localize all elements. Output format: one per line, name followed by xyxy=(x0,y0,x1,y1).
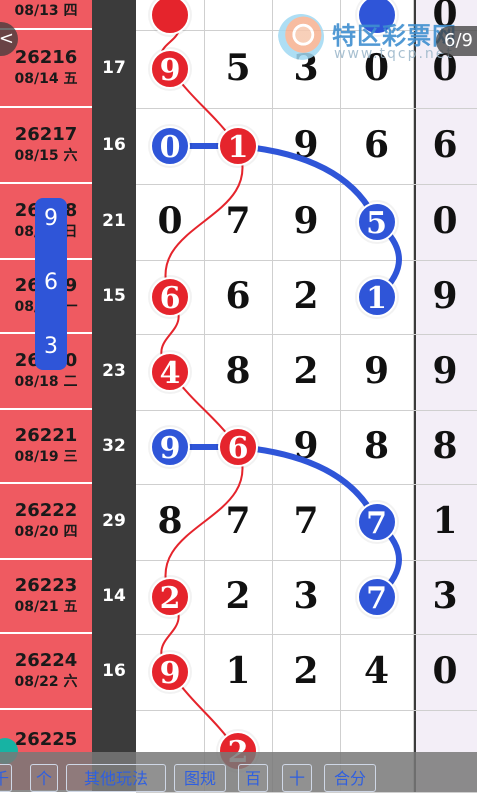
sum-value: 17 xyxy=(102,58,126,78)
digit-cell: 6 xyxy=(225,275,251,317)
logo-url: www.tqcp.net xyxy=(334,46,454,62)
floating-selector[interactable]: 9 6 3 xyxy=(35,198,67,370)
issue-date: 08/18 二 xyxy=(14,374,78,390)
blue-ball: 9 xyxy=(150,427,190,467)
sum-value: 29 xyxy=(102,511,126,531)
sum-value: 21 xyxy=(102,211,126,231)
digit-cell: 9 xyxy=(432,275,458,317)
red-ball: 6 xyxy=(150,277,190,317)
grid-hline xyxy=(136,710,477,711)
issue-date: 08/19 三 xyxy=(14,449,78,465)
digit-cell: 8 xyxy=(363,425,390,467)
grid-hline xyxy=(136,634,477,635)
digit-cell: 9 xyxy=(293,200,319,242)
digit-cell: 2 xyxy=(293,275,319,317)
digit-cell: 3 xyxy=(432,575,458,617)
red-ball: 9 xyxy=(150,652,190,692)
digit-cell: 0 xyxy=(432,200,458,242)
digit-cell: 1 xyxy=(432,500,458,542)
red-ball: 6 xyxy=(218,427,258,467)
digit-cell: 9 xyxy=(432,350,458,392)
digit-cell: 6 xyxy=(363,124,390,166)
sum-value: 23 xyxy=(102,361,126,381)
toolbar-button-other-modes[interactable]: 其他玩法 xyxy=(66,764,166,792)
red-ball: 1 xyxy=(218,126,258,166)
grid-hline xyxy=(136,334,477,335)
toolbar-button-units[interactable]: 个 xyxy=(30,764,58,792)
digit-cell: 9 xyxy=(293,425,319,467)
issue-cell: 26223 08/21 五 xyxy=(0,560,92,634)
issue-date: 08/13 四 xyxy=(14,3,78,19)
logo-icon xyxy=(278,14,324,60)
grid-hline xyxy=(136,260,477,261)
sum-value: 15 xyxy=(102,286,126,306)
blue-ball: 7 xyxy=(356,502,397,542)
digit-cell: 2 xyxy=(225,575,251,617)
digit-cell: 8 xyxy=(225,350,251,392)
blue-ball: 7 xyxy=(356,577,397,617)
toolbar-button-chart-rules[interactable]: 图规 xyxy=(174,764,226,792)
issue-date: 08/14 五 xyxy=(14,71,78,87)
issue-number: 26222 xyxy=(14,500,78,521)
issue-number: 26216 xyxy=(14,47,78,68)
issue-cell: 26221 08/19 三 xyxy=(0,410,92,484)
digit-cell: 4 xyxy=(363,650,390,692)
blue-ball: 0 xyxy=(150,126,190,166)
digit-cell: 0 xyxy=(157,200,183,242)
digit-cell: 2 xyxy=(293,350,319,392)
toolbar-button-tens[interactable]: 十 xyxy=(282,764,312,792)
blue-ball: 5 xyxy=(356,202,397,242)
bottom-toolbar: 千 个 其他玩法 图规 百 十 合分 xyxy=(0,752,477,792)
digit-cell: 7 xyxy=(225,500,251,542)
digit-cell: 7 xyxy=(225,200,251,242)
sum-value: 14 xyxy=(102,586,126,606)
digit-cell: 1 xyxy=(225,650,251,692)
issue-date: 08/22 六 xyxy=(14,674,78,690)
red-ball: 9 xyxy=(150,49,190,89)
issue-number: 26223 xyxy=(14,575,78,596)
toolbar-button-thousands[interactable]: 千 xyxy=(0,764,12,792)
issue-date: 08/15 六 xyxy=(14,148,78,164)
digit-cell: 8 xyxy=(157,500,183,542)
selector-value-1[interactable]: 9 xyxy=(35,206,67,231)
grid-hline xyxy=(136,108,477,109)
sum-value: 16 xyxy=(102,135,126,155)
blue-ball: 1 xyxy=(356,277,397,317)
selector-value-2[interactable]: 6 xyxy=(35,270,67,295)
digit-cell: 7 xyxy=(293,500,319,542)
issue-number: 26217 xyxy=(14,124,78,145)
digit-cell: 5 xyxy=(225,47,251,89)
grid-hline xyxy=(136,560,477,561)
issue-cell: 26224 08/22 六 xyxy=(0,634,92,710)
red-ball: 4 xyxy=(150,352,190,392)
issue-date: 08/21 五 xyxy=(14,599,78,615)
issue-number: 26221 xyxy=(14,425,78,446)
issue-cell: 26222 08/20 四 xyxy=(0,484,92,560)
red-ball: 2 xyxy=(150,577,190,617)
selector-value-3[interactable]: 3 xyxy=(35,334,67,359)
digit-cell: 8 xyxy=(432,425,458,467)
digit-cell: 6 xyxy=(432,124,458,166)
digit-cell: 0 xyxy=(432,650,458,692)
issue-number: 26224 xyxy=(14,650,78,671)
digit-cell: 2 xyxy=(293,650,319,692)
digit-cell: 9 xyxy=(363,350,390,392)
sum-value: 32 xyxy=(102,436,126,456)
toolbar-button-sum[interactable]: 合分 xyxy=(324,764,376,792)
digit-cell: 9 xyxy=(293,124,319,166)
issue-cell: 08/13 四 xyxy=(0,0,92,30)
digit-cell: 3 xyxy=(293,575,319,617)
issue-cell: 26217 08/15 六 xyxy=(0,108,92,184)
toolbar-button-hundreds[interactable]: 百 xyxy=(238,764,268,792)
grid-hline xyxy=(136,410,477,411)
sum-value: 16 xyxy=(102,661,126,681)
grid-hline xyxy=(136,484,477,485)
issue-date: 08/20 四 xyxy=(14,524,78,540)
grid-hline xyxy=(136,184,477,185)
page-indicator: 6/9 xyxy=(436,26,477,56)
